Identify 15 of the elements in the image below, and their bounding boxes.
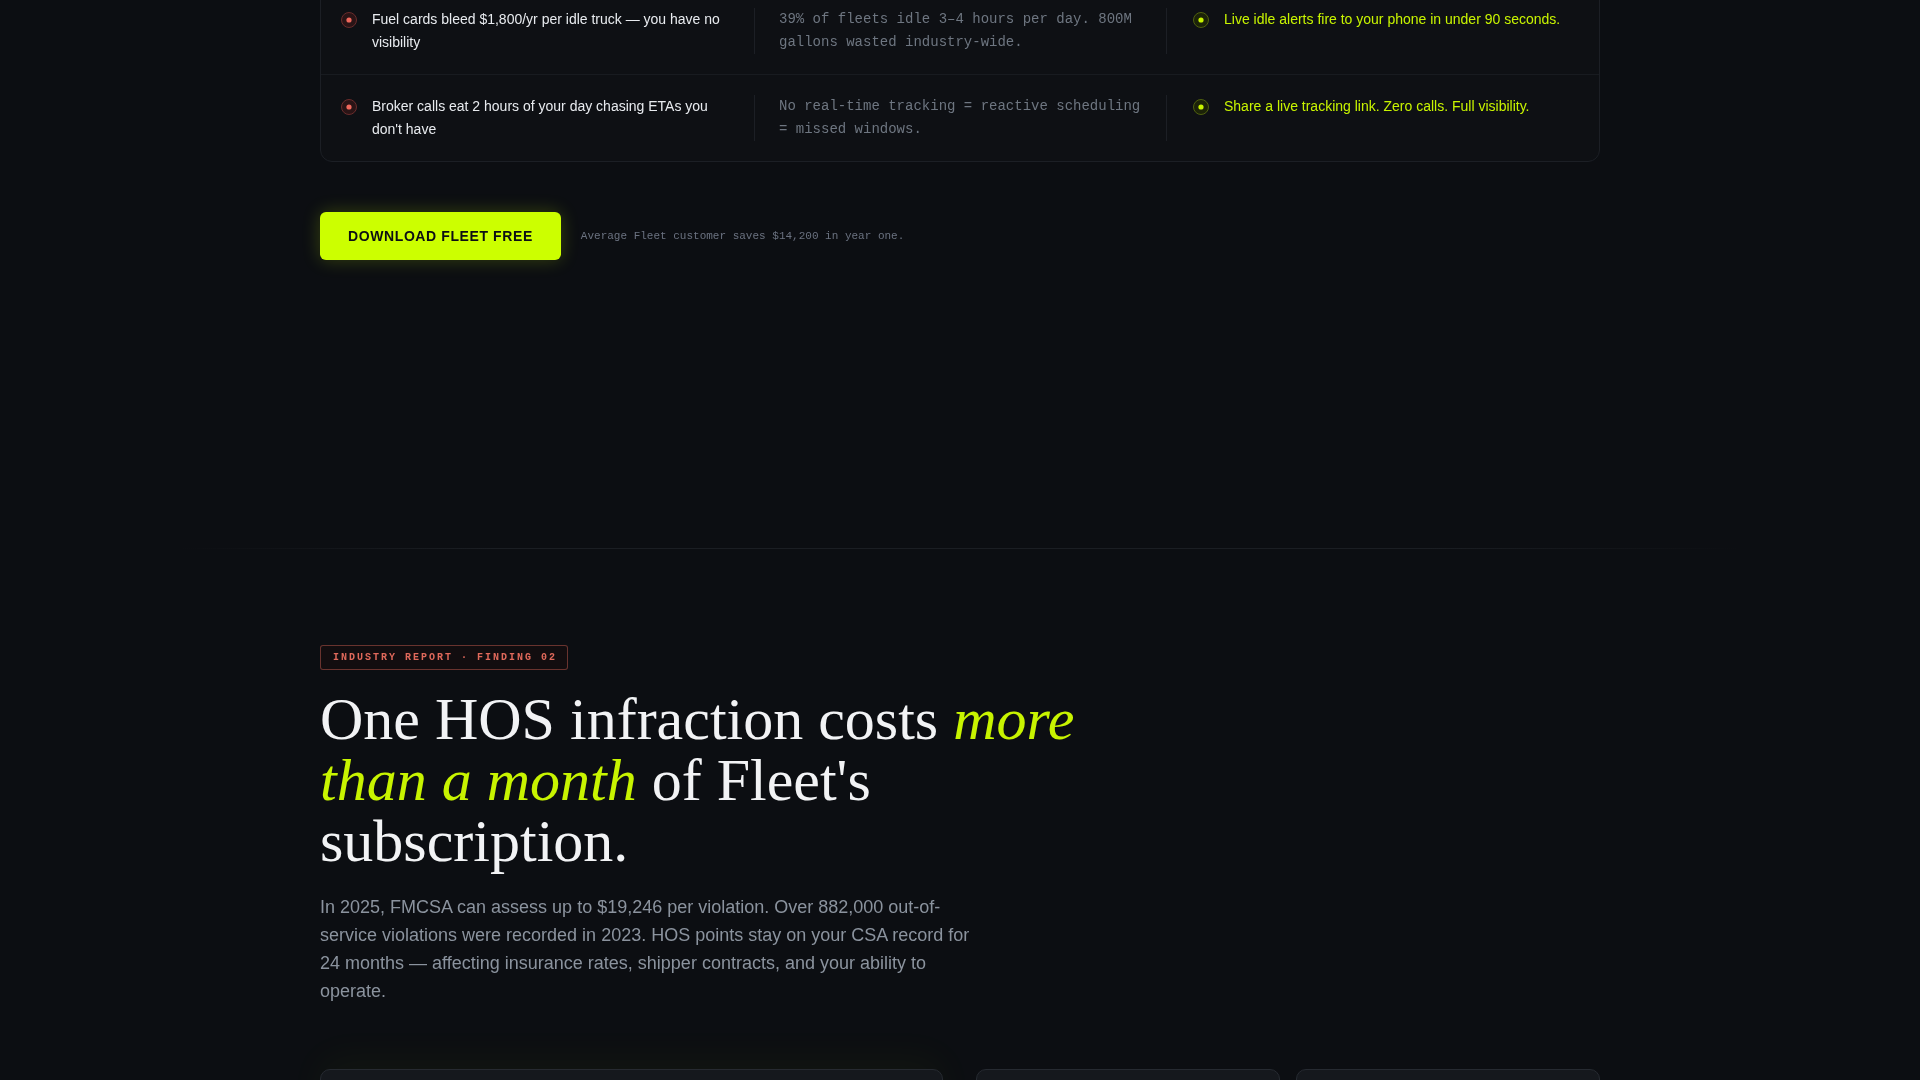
comparison-text: Fuel cards bleed $1,800/yr per idle truck — you have no visibility	[372, 10, 721, 52]
comparison-text: No real-time tracking = reactive scheduling = missed windows.	[779, 97, 1142, 139]
comparison-text: Live idle alerts fire to your phone in under 90 seconds.	[1224, 10, 1561, 29]
comparison-text: Broker calls eat 2 hours of your day chasing ETAs you don't have	[372, 97, 709, 139]
body-text: In 2025, FMCSA can assess up to $19,246 per violation. Over 882,000 out-of-service violations were recorded in 2023. HOS points stay on your CSA record for 24 months — affecting insurance rates, shipper contracts, and your ability to operate.	[320, 896, 971, 1003]
status-dot-icon	[1193, 11, 1209, 28]
comparison-text: Share a live tracking link. Zero calls. Full visibility.	[1224, 97, 1530, 116]
savings-note: Average Fleet customer saves $14,200 in year one.	[580, 230, 905, 242]
status-dot-icon	[341, 98, 357, 115]
status-dot-icon	[1193, 98, 1209, 115]
comparison-text: 39% of fleets idle 3–4 hours per day. 800M gallons wasted industry-wide.	[779, 10, 1133, 52]
status-dot-icon	[341, 11, 357, 28]
report-badge: INDUSTRY REPORT · FINDING 02	[320, 645, 569, 670]
headline: One HOS infraction costs more than a month of Fleet's subscription.	[320, 689, 1076, 872]
download-button[interactable]: DOWNLOAD FLEET FREE	[320, 212, 561, 260]
